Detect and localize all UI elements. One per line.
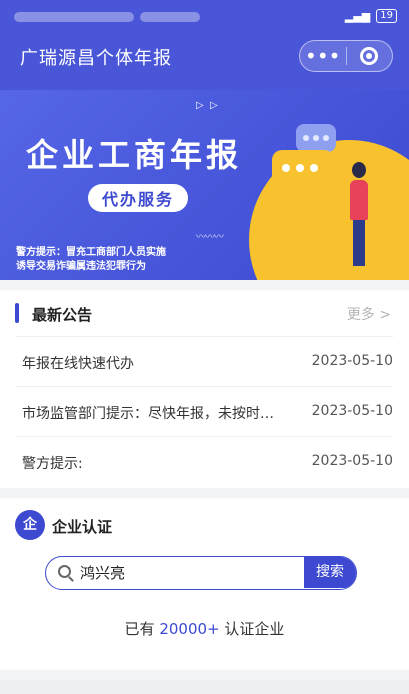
- notice-title: 年报在线快速代办: [22, 356, 134, 372]
- blurred-notification: [14, 12, 134, 22]
- notices-title: 最新公告: [32, 306, 93, 324]
- close-button[interactable]: [346, 47, 392, 65]
- certification-card: 企 企业认证 搜索 已有 20000+ 认证企业: [0, 498, 409, 670]
- search-bar: 搜索: [45, 556, 357, 590]
- notice-row[interactable]: 警方提示: 2023-05-10: [16, 436, 393, 486]
- certification-title: 企业认证: [52, 518, 113, 536]
- banner-warning: 警方提示：冒充工商部门人员实施 诱导交易诈骗属违法犯罪行为: [16, 246, 166, 274]
- notice-row[interactable]: 市场监管部门提示：尽快年报，未按时… 2023-05-10: [16, 386, 393, 436]
- banner-warning-line: 警方提示：冒充工商部门人员实施: [16, 247, 166, 258]
- notice-title: 市场监管部门提示：尽快年报，未按时…: [22, 406, 274, 422]
- certification-header: 企 企业认证: [0, 498, 409, 554]
- promo-banner[interactable]: ▷ ▷ 企业工商年报 代办服务 〰〰〰 警方提示：冒充工商部门人员实施 诱导交易…: [0, 90, 409, 280]
- play-icon: ▷: [210, 100, 218, 111]
- battery-icon: 19: [376, 9, 397, 23]
- bottom-strip: [0, 680, 409, 694]
- certified-count: 已有 20000+ 认证企业: [0, 618, 409, 639]
- notices-card: 最新公告 更多 > 年报在线快速代办 2023-05-10 市场监管部门提示：尽…: [0, 290, 409, 488]
- banner-headline: 企业工商年报: [26, 136, 243, 174]
- notice-row[interactable]: 年报在线快速代办 2023-05-10: [16, 336, 393, 386]
- search-button[interactable]: 搜索: [304, 557, 356, 588]
- count-prefix: 已有: [124, 620, 155, 638]
- search-icon: [58, 565, 71, 578]
- more-notices-link[interactable]: 更多 >: [347, 304, 391, 324]
- close-ring-icon: [360, 47, 379, 65]
- blurred-notification: [140, 12, 200, 22]
- mini-program-capsule: •••: [299, 40, 393, 72]
- search-input[interactable]: [80, 557, 304, 588]
- decorative-squiggle: 〰〰〰: [196, 232, 224, 243]
- section-accent-bar: [15, 303, 19, 323]
- app-page: ▂▄▆ 19 广瑞源昌个体年报 ••• ▷ ▷ 企业工商年报 代办服务 〰〰〰 …: [0, 0, 409, 694]
- chat-bubble-icon: [272, 150, 334, 200]
- signal-icon: ▂▄▆: [344, 9, 371, 23]
- banner-warning-line: 诱导交易诈骗属违法犯罪行为: [16, 261, 146, 272]
- person-illustration: [348, 162, 370, 272]
- more-menu-button[interactable]: •••: [300, 40, 346, 72]
- page-title: 广瑞源昌个体年报: [20, 48, 172, 69]
- notice-title: 警方提示:: [22, 456, 83, 472]
- chat-bubble-icon: [296, 124, 336, 152]
- enterprise-logo-icon: 企: [15, 510, 45, 540]
- status-bar: ▂▄▆ 19: [0, 0, 409, 34]
- top-bar: ▂▄▆ 19 广瑞源昌个体年报 •••: [0, 0, 409, 90]
- nav-bar: 广瑞源昌个体年报 •••: [0, 34, 409, 90]
- notices-header: 最新公告 更多 >: [0, 290, 409, 336]
- count-number: 20000+: [159, 620, 220, 638]
- notice-date: 2023-05-10: [311, 353, 393, 369]
- notice-date: 2023-05-10: [311, 403, 393, 419]
- system-icons: ▂▄▆ 19: [345, 9, 397, 23]
- banner-service-pill: 代办服务: [88, 184, 189, 212]
- count-suffix: 认证企业: [224, 620, 285, 638]
- notice-date: 2023-05-10: [311, 453, 393, 469]
- play-icon: ▷: [196, 100, 204, 111]
